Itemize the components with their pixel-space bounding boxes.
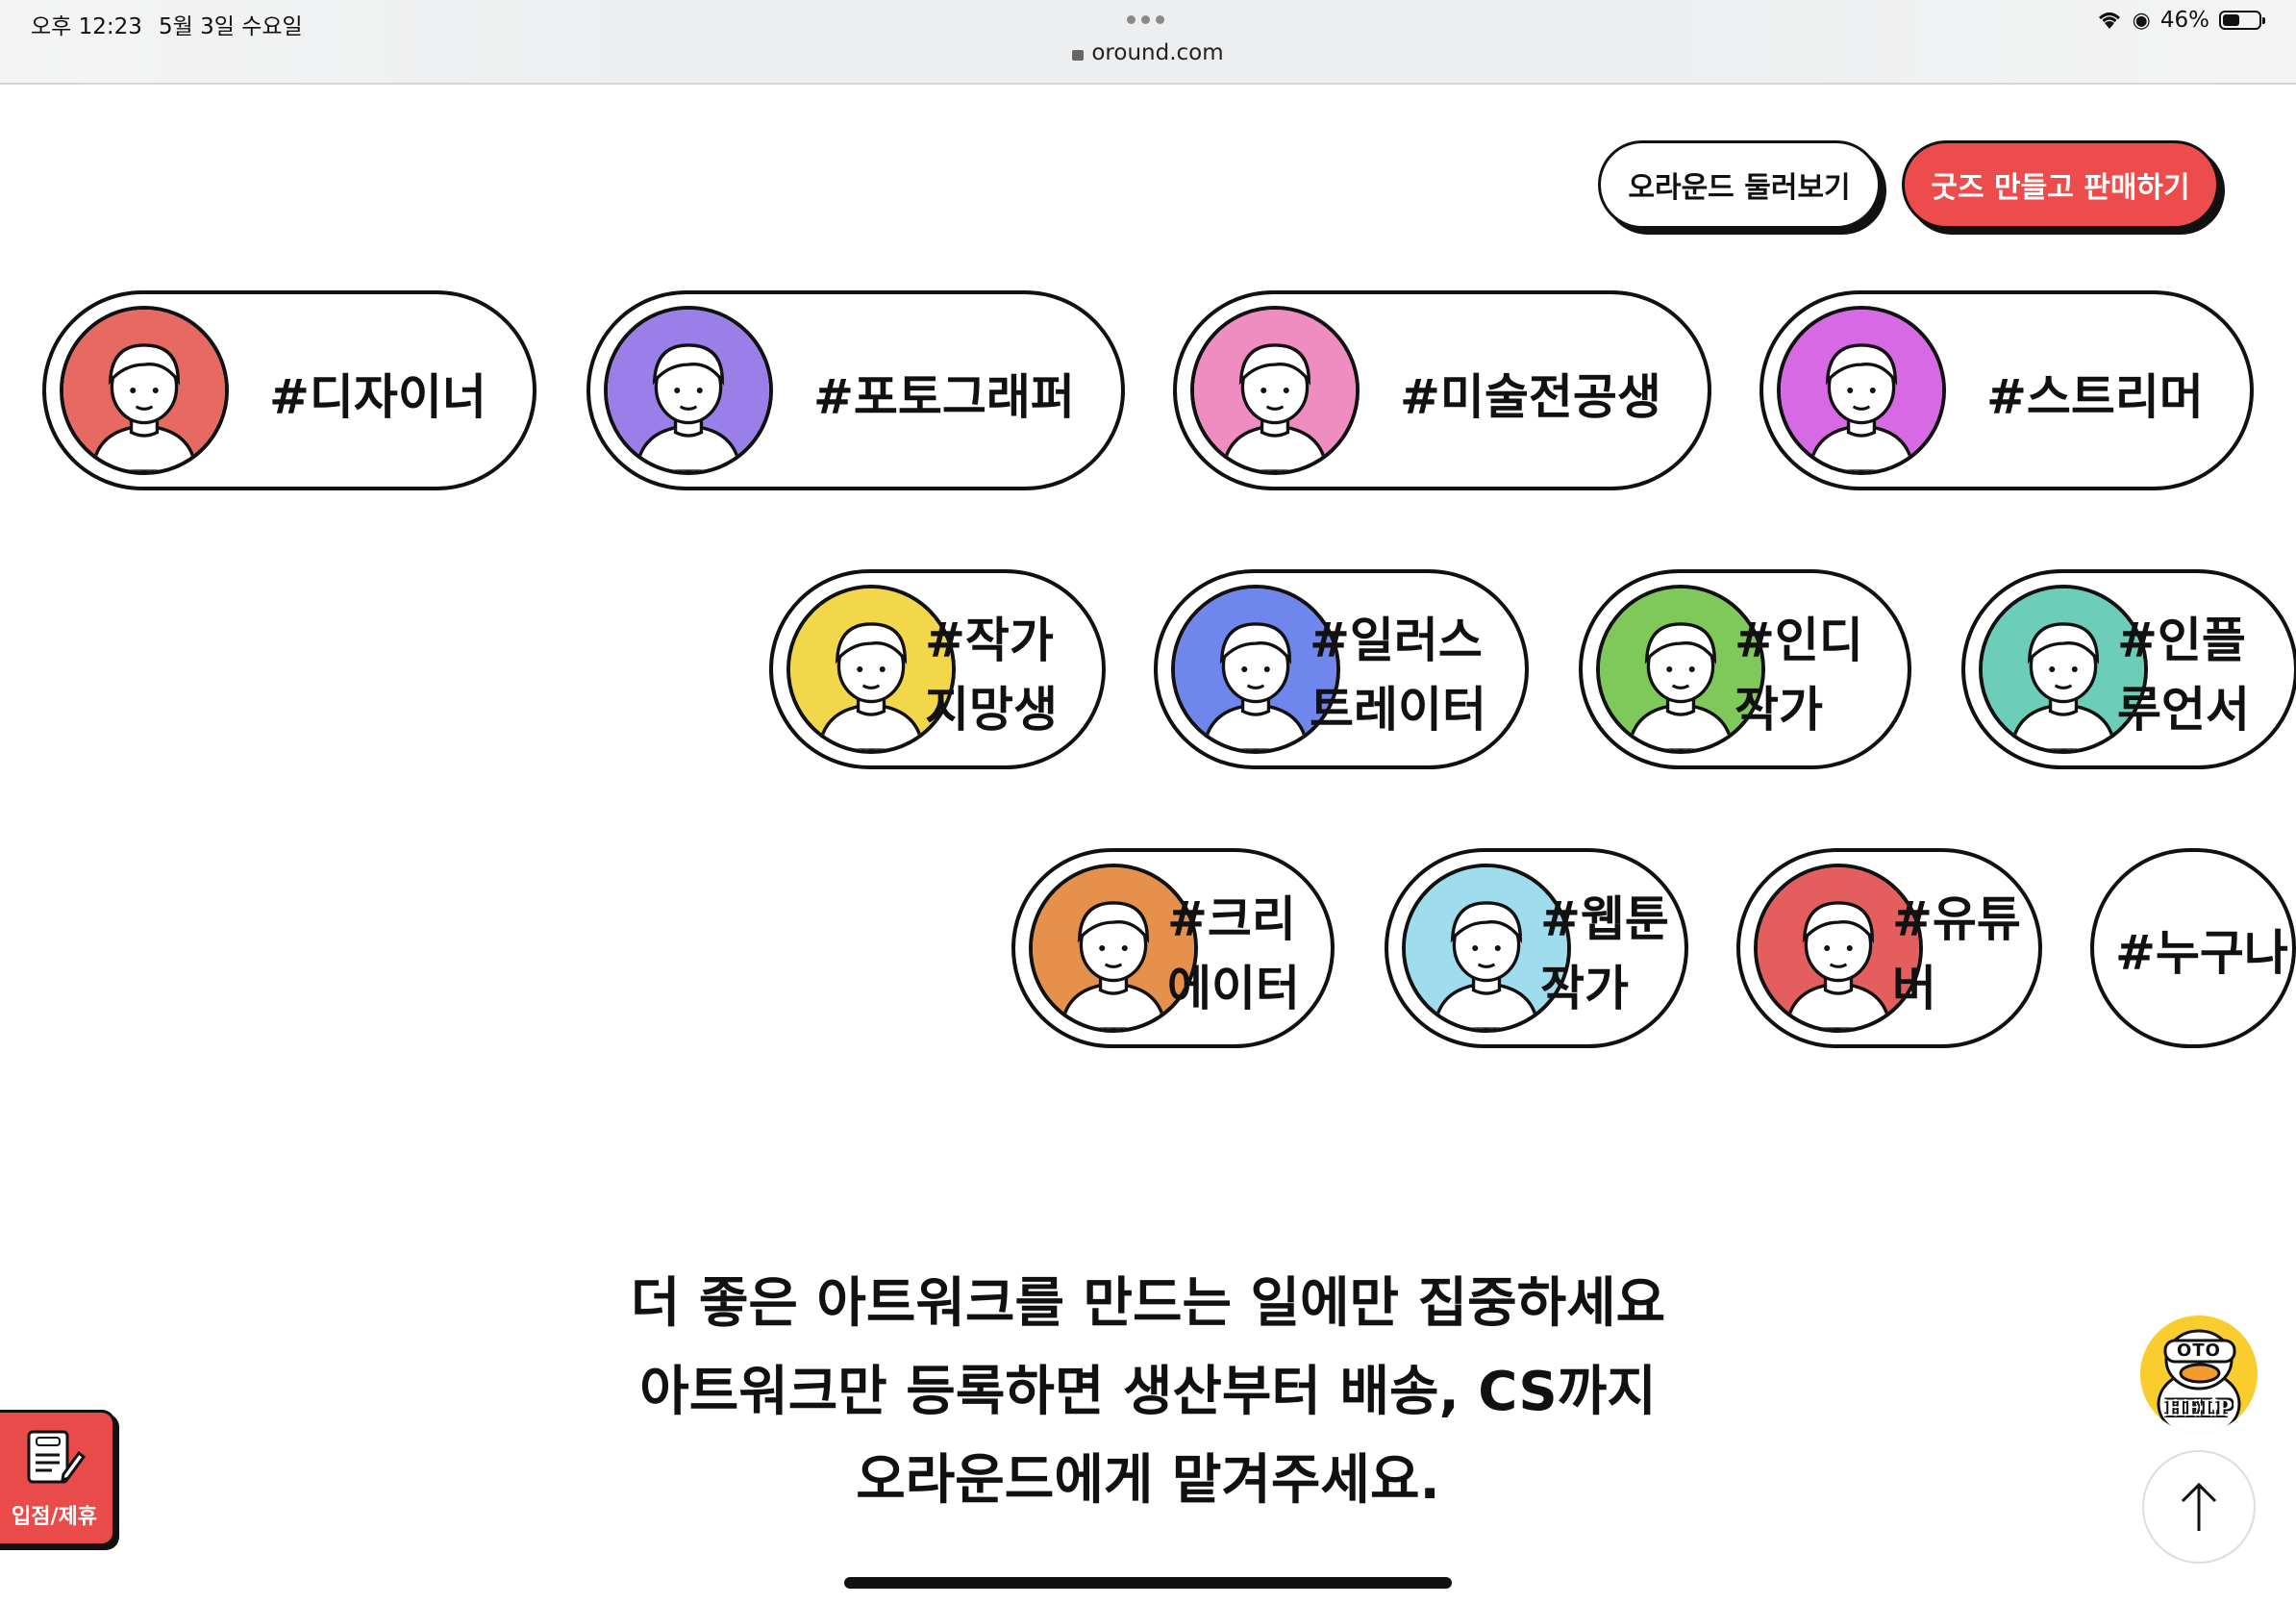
multitasking-dots-icon[interactable]: [1127, 15, 1164, 24]
creator-tag-label: #일러스트레이터: [1310, 613, 1486, 738]
creator-tag-label: #인디작가: [1734, 613, 1863, 738]
creator-tag-pill[interactable]: #미술전공생: [1173, 290, 1711, 490]
creator-tag-label: #크리에이터: [1167, 891, 1300, 1016]
creator-tag-pill[interactable]: #인디작가: [1579, 569, 1911, 769]
creator-avatar-icon: [1777, 306, 1946, 475]
creator-tag-pill[interactable]: #스트리머: [1759, 290, 2254, 490]
creator-tag-pill[interactable]: #디자이너: [42, 290, 537, 490]
intro-copy: 더 좋은 아트워크를 만드는 일에만 집중하세요 아트워크만 등록하면 생산부터…: [0, 1260, 2296, 1525]
creator-tag-pill[interactable]: #웹툰작가: [1385, 848, 1688, 1048]
browser-status-bar: 오후 12:23 5월 3일 수요일 oround.com ◉ 46%: [0, 0, 2296, 85]
copy-line-3: 오라운드에게 맡겨주세요.: [856, 1449, 1440, 1512]
status-time: 오후 12:23: [31, 14, 142, 39]
creator-tag-label: #디자이너: [269, 369, 487, 425]
lock-icon: [1072, 50, 1085, 61]
copy-line-2: 아트워크만 등록하면 생산부터 배송, CS까지: [639, 1361, 1657, 1423]
creator-tag-pill[interactable]: #작가지망생: [769, 569, 1106, 769]
battery-icon: [2219, 11, 2265, 30]
battery-fill: [2223, 14, 2239, 26]
partner-label: 입점/제휴: [12, 1505, 97, 1529]
creator-tag-label: #웹툰작가: [1540, 891, 1669, 1016]
status-indicators: ◉ 46%: [2096, 8, 2265, 33]
creator-tag-pill[interactable]: #일러스트레이터: [1154, 569, 1529, 769]
browse-oround-button[interactable]: 오라운드 둘러보기: [1598, 140, 1881, 229]
creator-tag-label: #작가지망생: [925, 613, 1058, 738]
make-and-sell-goods-button[interactable]: 굿즈 만들고 판매하기: [1902, 140, 2219, 229]
creator-tag-pill[interactable]: #크리에이터: [1011, 848, 1335, 1048]
orientation-lock-icon: ◉: [2132, 8, 2151, 33]
help-chat-button[interactable]: OTO HELP: [2140, 1316, 2258, 1433]
creator-tag-pill[interactable]: #인플루언서: [1961, 569, 2296, 769]
wifi-icon: [2096, 11, 2123, 30]
creator-avatar-icon: [60, 306, 229, 475]
creator-tag-pill[interactable]: #포토그래퍼: [586, 290, 1125, 490]
creator-tag-label: #미술전공생: [1400, 369, 1661, 425]
arrow-up-icon: [2181, 1482, 2217, 1531]
address-bar[interactable]: oround.com: [0, 40, 2296, 65]
creator-tag-label: #인플루언서: [2117, 613, 2250, 738]
status-date: 5월 3일 수요일: [159, 14, 303, 39]
partner-inquiry-button[interactable]: 입점/제휴: [0, 1410, 115, 1546]
document-pen-icon: [27, 1430, 87, 1484]
creator-tag-pill[interactable]: #누구나: [2090, 848, 2296, 1048]
scroll-to-top-button[interactable]: [2142, 1450, 2256, 1564]
home-indicator: [844, 1577, 1452, 1589]
battery-percent: 46%: [2159, 8, 2209, 33]
creator-avatar-icon: [1190, 306, 1360, 475]
help-label: HELP: [2165, 1396, 2233, 1421]
copy-line-1: 더 좋은 아트워크를 만드는 일에만 집중하세요: [630, 1272, 1666, 1335]
creator-tag-label: #누구나: [2115, 925, 2288, 981]
creator-tag-label: #스트리머: [1986, 369, 2204, 425]
creator-tag-label: #포토그래퍼: [813, 369, 1075, 425]
creator-avatar-icon: [604, 306, 773, 475]
creator-tag-label: #유튜버: [1892, 891, 2021, 1016]
url-text: oround.com: [1091, 40, 1224, 65]
mascot-glasses-text: OTO: [2177, 1341, 2221, 1361]
creator-tag-pill[interactable]: #유튜버: [1736, 848, 2042, 1048]
